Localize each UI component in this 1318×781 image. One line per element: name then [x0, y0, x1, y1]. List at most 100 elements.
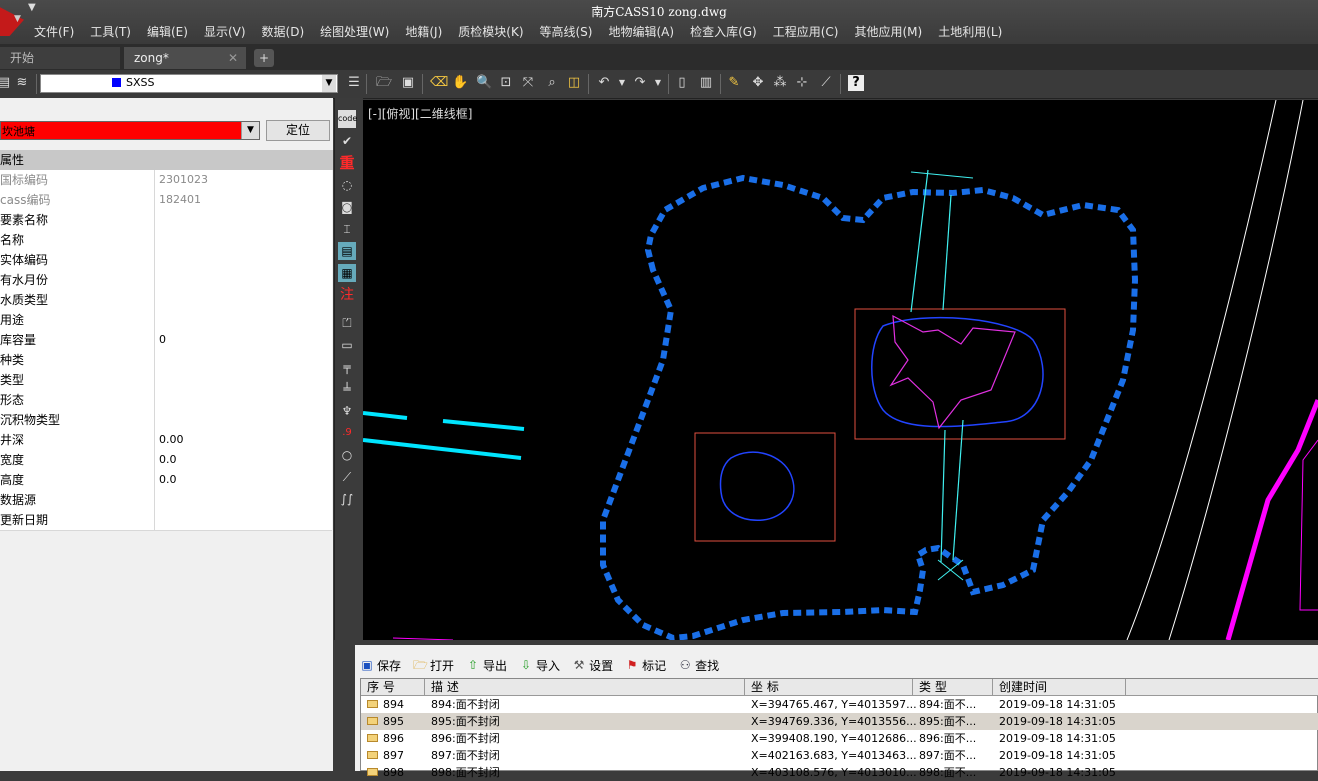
undo-icon[interactable]: ↶ — [596, 75, 612, 91]
property-row[interactable]: 种类 — [0, 350, 332, 371]
menu-view[interactable]: 显示(V) — [196, 22, 254, 42]
tab-zong[interactable]: zong* ✕ — [124, 47, 246, 69]
open-folder-icon[interactable]: 🗁 — [376, 75, 392, 91]
property-row[interactable]: 更新日期 — [0, 510, 332, 531]
layer-manager-icon[interactable]: ▤ — [0, 75, 12, 91]
table-row[interactable]: 894 894:面不封闭 X=394765.467, Y=4013597... 894… — [361, 696, 1318, 713]
property-row[interactable]: 国标编码 2301023 — [0, 170, 332, 191]
property-row[interactable]: 类型 — [0, 370, 332, 391]
layer-list-icon[interactable]: ☰ — [346, 75, 362, 91]
cad-drawing[interactable] — [362, 99, 1318, 642]
close-icon[interactable]: ✕ — [228, 47, 238, 69]
move-icon[interactable]: ✥ — [750, 75, 766, 91]
undo-chevron-down-icon[interactable]: ▼ — [614, 75, 630, 91]
fence-line-icon[interactable]: ╤ — [338, 358, 356, 376]
table-row[interactable]: 897 897:面不封闭 X=402163.683, Y=4013463... 897… — [361, 747, 1318, 764]
building-outline-icon[interactable]: ⏍ — [338, 314, 356, 332]
pan-hand-icon[interactable]: ✋ — [452, 75, 468, 91]
menu-contour[interactable]: 等高线(S) — [532, 22, 601, 42]
property-row[interactable]: 沉积物类型 — [0, 410, 332, 431]
property-value[interactable]: 0.00 — [159, 430, 184, 450]
select-dashed-circle-icon[interactable]: ◌ — [338, 176, 356, 194]
redo-chevron-down-icon[interactable]: ▼ — [650, 75, 666, 91]
export-button[interactable]: ⇧ 导出 — [466, 654, 507, 676]
menu-draw-process[interactable]: 绘图处理(W) — [312, 22, 397, 42]
tab-start[interactable]: 开始 — [0, 47, 120, 69]
property-row[interactable]: 库容量 0 — [0, 330, 332, 351]
mark-button[interactable]: ⚑ 标记 — [625, 654, 666, 676]
feature-type-select[interactable] — [0, 121, 260, 140]
save-disk-icon[interactable]: ▣ — [400, 75, 416, 91]
menu-quality-check[interactable]: 质检模块(K) — [450, 22, 531, 42]
circle-icon[interactable]: ○ — [338, 446, 356, 464]
menu-tools[interactable]: 工具(T) — [82, 22, 139, 42]
elevation-point-icon[interactable]: ⌶ — [338, 220, 356, 238]
check-mark-icon[interactable]: ✔ — [338, 132, 356, 150]
camera-rotate-icon[interactable]: ◙ — [338, 198, 356, 216]
property-row[interactable]: cass编码 182401 — [0, 190, 332, 211]
column-header-time[interactable]: 创建时间 — [993, 679, 1126, 695]
property-row[interactable]: 名称 — [0, 230, 332, 251]
menu-engineering[interactable]: 工程应用(C) — [765, 22, 847, 42]
polyline-icon[interactable]: ⟋ — [338, 468, 356, 486]
table-row[interactable]: 898 898:面不封闭 X=403108.576, Y=4013010... 898… — [361, 764, 1318, 781]
regen-icon[interactable]: ◫ — [566, 75, 582, 91]
zoom-realtime-icon[interactable]: 🔍 — [476, 75, 492, 91]
menu-feature-edit[interactable]: 地物编辑(A) — [600, 22, 682, 42]
property-value[interactable]: 0.0 — [159, 470, 177, 490]
property-row[interactable]: 实体编码 — [0, 250, 332, 271]
menu-data[interactable]: 数据(D) — [254, 22, 313, 42]
eraser-icon[interactable]: ⌫ — [430, 75, 448, 91]
trim-line-icon[interactable]: ⊹ — [794, 75, 810, 91]
property-row[interactable]: 水质类型 — [0, 290, 332, 311]
extend-line-icon[interactable]: ⟋ — [818, 75, 834, 91]
table-row[interactable]: 896 896:面不封闭 X=399408.190, Y=4012686... 896… — [361, 730, 1318, 747]
drawing-canvas[interactable] — [362, 99, 1318, 642]
menu-land-use[interactable]: 土地利用(L) — [930, 22, 1010, 42]
menu-cadastre[interactable]: 地籍(J) — [397, 22, 450, 42]
property-row[interactable]: 形态 — [0, 390, 332, 411]
property-row[interactable]: 数据源 — [0, 490, 332, 511]
design-center-icon[interactable]: ▥ — [698, 75, 714, 91]
layer-combo-box[interactable] — [40, 74, 338, 93]
import-button[interactable]: ⇩ 导入 — [519, 654, 560, 676]
layer-chevron-down-icon[interactable]: ▼ — [322, 75, 336, 92]
table-row[interactable]: 895 895:面不封闭 X=394769.336, Y=4013556... 895… — [361, 713, 1318, 730]
elevation-value-icon[interactable]: .9 — [338, 424, 356, 442]
new-tab-plus-icon[interactable]: + — [254, 49, 274, 67]
snap-nodes-icon[interactable]: ⁂ — [772, 75, 788, 91]
curve-line-icon[interactable]: ∫∫ — [338, 490, 356, 508]
redo-icon[interactable]: ↷ — [632, 75, 648, 91]
grid-table-icon[interactable]: ▦ — [338, 264, 356, 282]
settings-button[interactable]: ⚒ 设置 — [572, 654, 613, 676]
column-header-coord[interactable]: 坐 标 — [745, 679, 913, 695]
help-question-icon[interactable]: ? — [848, 75, 864, 91]
rectangle-icon[interactable]: ▭ — [338, 336, 356, 354]
locate-button[interactable]: 定位 — [266, 120, 330, 141]
property-value[interactable]: 0.0 — [159, 450, 177, 470]
find-button[interactable]: ⚇ 查找 — [678, 654, 719, 676]
property-row[interactable]: 用途 — [0, 310, 332, 331]
menu-other[interactable]: 其他应用(M) — [846, 22, 930, 42]
property-row[interactable]: 有水月份 — [0, 270, 332, 291]
zoom-extents-icon[interactable]: ⤧ — [520, 75, 536, 91]
vegetation-icon[interactable]: ♆ — [338, 402, 356, 420]
property-row[interactable]: 要素名称 — [0, 210, 332, 231]
feature-chevron-down-icon[interactable]: ▼ — [241, 122, 259, 139]
open-button[interactable]: 🗁 打开 — [413, 654, 454, 676]
zoom-previous-icon[interactable]: ⌕ — [544, 75, 560, 91]
code-search-icon[interactable]: code — [338, 110, 357, 128]
property-value[interactable]: 0 — [159, 330, 166, 350]
menu-edit[interactable]: 编辑(E) — [139, 22, 196, 42]
pencil-draw-icon[interactable]: ✎ — [726, 75, 742, 91]
viewport-label[interactable]: [-][俯视][二维线框] — [368, 105, 472, 122]
column-header-id[interactable]: 序 号 — [361, 679, 425, 695]
column-header-type[interactable]: 类 型 — [913, 679, 993, 695]
railway-line-icon[interactable]: ╧ — [338, 380, 356, 398]
regen-chong-icon[interactable]: 重 — [338, 154, 356, 172]
coordinate-label-icon[interactable]: ▤ — [338, 242, 356, 260]
zoom-window-icon[interactable]: ⊡ — [498, 75, 514, 91]
menu-check-import[interactable]: 检查入库(G) — [682, 22, 765, 42]
properties-icon[interactable]: ▯ — [674, 75, 690, 91]
annotation-zhu-icon[interactable]: 注 — [338, 286, 356, 304]
